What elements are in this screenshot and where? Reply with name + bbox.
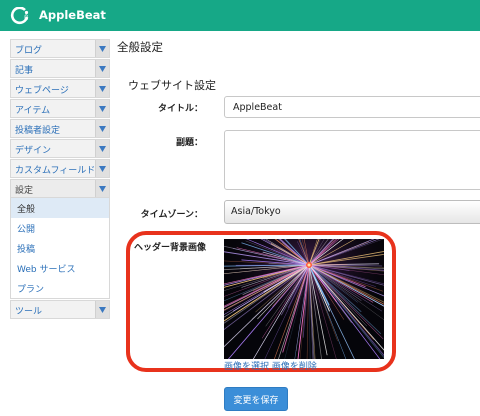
submenu-item-label: 投稿: [17, 245, 36, 255]
section-title: ウェブサイト設定: [128, 79, 216, 92]
submenu-item-plan[interactable]: プラン: [11, 278, 109, 298]
app-name[interactable]: AppleBeat: [39, 8, 106, 22]
top-header-bar: β AppleBeat: [0, 0, 480, 31]
image-actions: 画像を選択 画像を削除: [224, 359, 317, 372]
chevron-down-icon[interactable]: [95, 180, 109, 197]
sidebar-item-entries[interactable]: 記事: [10, 59, 110, 78]
sidebar-item-label: ブログ: [15, 46, 43, 56]
sidebar-item-label: 記事: [15, 66, 34, 76]
sidebar-item-label: デザイン: [15, 146, 52, 156]
submenu-item-label: 公開: [17, 225, 36, 235]
timezone-select[interactable]: Asia/Tokyo: [224, 200, 480, 224]
beta-label: β: [24, 14, 29, 22]
delete-image-link[interactable]: 画像を削除: [272, 362, 317, 372]
header-image-preview: [224, 239, 384, 359]
submenu-item-web-services[interactable]: Web サービス: [11, 258, 109, 278]
subtitle-label: 副題：: [175, 138, 203, 148]
sidebar-item-tools[interactable]: ツール: [10, 300, 110, 319]
page-title: 全般設定: [117, 40, 163, 54]
sidebar-item-webpages[interactable]: ウェブページ: [10, 79, 110, 98]
submenu-item-label: 全般: [17, 205, 36, 215]
sidebar-item-settings[interactable]: 設定: [10, 179, 110, 198]
sidebar-nav: ブログ 記事 ウェブページ アイテム 投稿者設定 デザイン カスタムフィールド …: [10, 39, 110, 320]
timezone-label: タイムゾーン：: [140, 210, 203, 220]
sidebar-item-blog[interactable]: ブログ: [10, 39, 110, 58]
save-button[interactable]: 変更を保存: [224, 387, 288, 411]
submenu-item-label: Web サービス: [17, 265, 76, 275]
chevron-down-icon[interactable]: [95, 80, 109, 97]
timezone-value: Asia/Tokyo: [231, 206, 281, 217]
submenu-item-publish[interactable]: 公開: [11, 218, 109, 238]
sidebar-item-label: ウェブページ: [15, 86, 69, 96]
sidebar-item-label: 設定: [15, 186, 34, 196]
chevron-down-icon[interactable]: [95, 40, 109, 57]
sidebar-item-label: 投稿者設定: [15, 126, 61, 136]
sidebar-item-label: アイテム: [15, 106, 51, 116]
sidebar-item-label: ツール: [15, 307, 43, 317]
submenu-item-label: プラン: [17, 285, 45, 295]
sidebar-item-label: カスタムフィールド: [15, 166, 96, 176]
sidebar-item-custom-fields[interactable]: カスタムフィールド: [10, 159, 110, 178]
title-label: タイトル：: [157, 104, 203, 114]
chevron-down-icon[interactable]: [95, 60, 109, 77]
subtitle-textarea[interactable]: [224, 130, 480, 190]
chevron-down-icon[interactable]: [95, 160, 109, 177]
chevron-down-icon[interactable]: [95, 301, 109, 318]
title-input[interactable]: [224, 96, 480, 118]
header-image-label: ヘッダー背景画像: [133, 243, 206, 253]
select-image-link[interactable]: 画像を選択: [224, 362, 269, 372]
